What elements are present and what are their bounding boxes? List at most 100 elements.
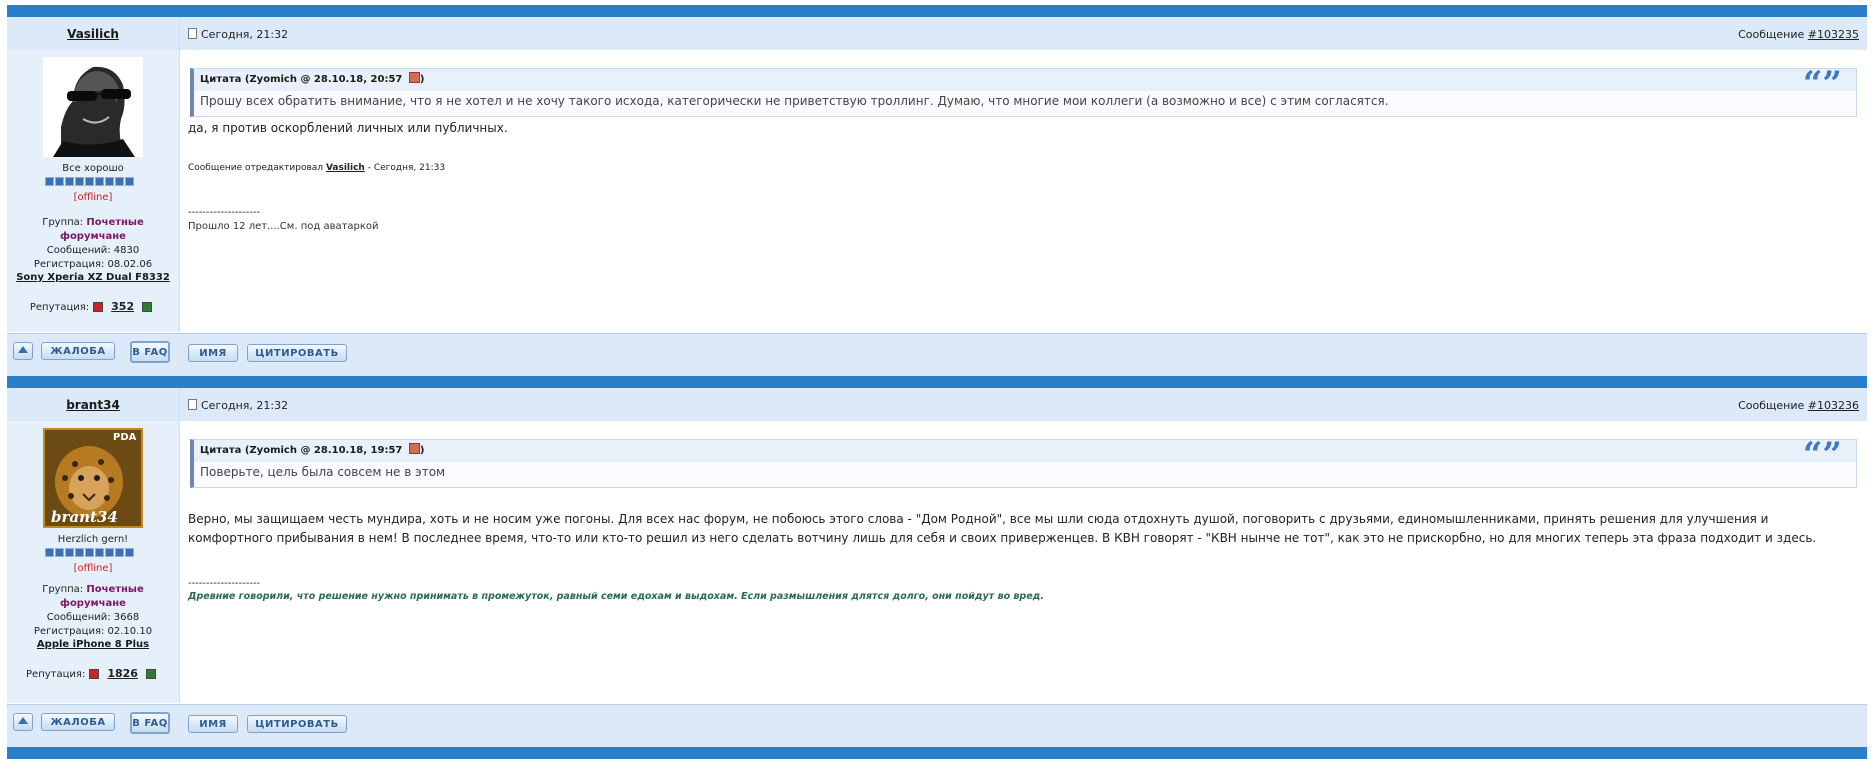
author-panel: Vasilich Все хорошо [offline] Группа: По…: [7, 17, 180, 332]
signature-divider: --------------------: [188, 578, 261, 589]
forum-post: brant34 PDA brant34 Herzlich gern! [offl…: [7, 388, 1867, 748]
reputation-plus-icon[interactable]: [142, 302, 153, 312]
rank-pip: [55, 548, 64, 557]
quote-marks-icon: “”: [1802, 435, 1842, 475]
reputation-plus-icon[interactable]: [145, 669, 156, 679]
post-header: Сегодня, 21:32 Сообщение #103235: [180, 17, 1867, 50]
rank-pip: [125, 177, 134, 186]
quote-button[interactable]: ЦИТИРОВАТЬ: [247, 715, 347, 733]
reputation-value[interactable]: 1826: [107, 667, 138, 680]
signature-text: Древние говорили, что решение нужно прин…: [188, 591, 1044, 602]
user-status-text: Все хорошо: [62, 163, 124, 174]
user-device[interactable]: Sony Xperia XZ Dual F8332: [7, 272, 179, 283]
complain-button[interactable]: ЖАЛОБА: [41, 713, 115, 731]
rank-pip: [55, 177, 64, 186]
rank-pip: [105, 177, 114, 186]
rank-pip: [95, 177, 104, 186]
user-group: Группа: Почетные: [7, 216, 179, 230]
rank-pips: [45, 548, 141, 558]
document-icon: [188, 399, 197, 410]
group-value: Почетные: [86, 217, 144, 228]
reputation-minus-icon[interactable]: [93, 302, 104, 312]
goto-quote-icon[interactable]: [408, 72, 420, 83]
post-number: Сообщение #103236: [1738, 399, 1859, 412]
complain-button[interactable]: ЖАЛОБА: [41, 342, 115, 360]
post-date: Сегодня, 21:32: [188, 399, 288, 412]
rank-pip: [125, 548, 134, 557]
rank-pip: [115, 177, 124, 186]
faq-button[interactable]: В FAQ: [130, 712, 170, 734]
rank-pip: [75, 548, 84, 557]
quote-header: Цитата (Zyomich @ 28.10.18, 19:57 ): [194, 440, 1856, 462]
post-separator: [7, 747, 1867, 759]
arrow-up-icon: [18, 346, 28, 353]
post-separator: [7, 5, 1867, 17]
avatar-badge: PDA: [113, 432, 137, 443]
group-label: Группа:: [42, 584, 84, 595]
user-registration: Регистрация: 08.02.06: [33, 259, 153, 270]
post-body: Верно, мы защищаем честь мундира, хоть и…: [188, 512, 1817, 545]
post-date-text: Сегодня, 21:32: [201, 399, 289, 412]
author-username[interactable]: brant34: [7, 398, 179, 412]
rank-pip: [85, 177, 94, 186]
post-number: Сообщение #103235: [1738, 28, 1859, 41]
rank-pip: [85, 548, 94, 557]
post-actions: ЖАЛОБА В FAQ ИМЯ ЦИТИРОВАТЬ: [7, 333, 1867, 377]
post-content: Сегодня, 21:32 Сообщение #103236 Цитата …: [180, 388, 1867, 703]
user-reputation: Репутация: 352: [7, 300, 179, 313]
quote-header-close: ): [419, 74, 425, 85]
rank-pips: [45, 177, 141, 187]
rank-pip: [95, 548, 104, 557]
forum-post: Vasilich Все хорошо [offline] Группа: По…: [7, 17, 1867, 377]
rank-pip: [75, 177, 84, 186]
avatar[interactable]: [43, 57, 143, 157]
post-number-link[interactable]: #103235: [1808, 28, 1859, 41]
edited-note: Сообщение отредактировал Vasilich - Сего…: [188, 163, 445, 173]
name-button[interactable]: ИМЯ: [188, 715, 238, 733]
document-icon: [188, 28, 197, 39]
author-panel: brant34 PDA brant34 Herzlich gern! [offl…: [7, 388, 180, 703]
reputation-minus-icon[interactable]: [89, 669, 100, 679]
edited-by-link[interactable]: Vasilich: [326, 163, 365, 173]
avatar[interactable]: PDA brant34: [43, 428, 143, 528]
quote-header-text: Цитата (Zyomich @ 28.10.18, 20:57: [200, 74, 403, 85]
quote-text: Поверьте, цель была совсем не в этом: [200, 465, 446, 479]
post-number-link[interactable]: #103236: [1808, 399, 1859, 412]
group-label: Группа:: [42, 217, 84, 228]
faq-button[interactable]: В FAQ: [130, 341, 170, 363]
user-device[interactable]: Apple iPhone 8 Plus: [7, 639, 179, 650]
post-number-label: Сообщение: [1738, 399, 1805, 412]
online-status: [offline]: [73, 563, 113, 574]
rank-pip: [45, 177, 54, 186]
reputation-label: Репутация:: [26, 669, 86, 680]
quote-marks-icon: “”: [1802, 64, 1842, 104]
post-header: Сегодня, 21:32 Сообщение #103236: [180, 388, 1867, 421]
quote-block: Цитата (Zyomich @ 28.10.18, 20:57 ) “” П…: [190, 64, 1857, 117]
scroll-top-button[interactable]: [13, 713, 33, 731]
user-group: Группа: Почетные: [7, 583, 179, 597]
group-value: Почетные: [86, 584, 144, 595]
post-actions: ЖАЛОБА В FAQ ИМЯ ЦИТИРОВАТЬ: [7, 704, 1867, 748]
name-button[interactable]: ИМЯ: [188, 344, 238, 362]
user-reputation: Репутация: 1826: [7, 667, 179, 680]
quote-header: Цитата (Zyomich @ 28.10.18, 20:57 ): [194, 69, 1856, 91]
rank-pip: [65, 177, 74, 186]
arrow-up-icon: [18, 717, 28, 724]
post-date: Сегодня, 21:32: [188, 28, 288, 41]
signature: Прошло 12 лет....См. под аватаркой: [188, 221, 379, 232]
avatar-label: brant34: [51, 508, 118, 526]
group-value-cont: форумчане: [60, 598, 126, 609]
user-group-cont: форумчане: [7, 230, 179, 244]
author-username[interactable]: Vasilich: [7, 27, 179, 41]
signature: Древние говорили, что решение нужно прин…: [188, 591, 1044, 602]
reputation-value[interactable]: 352: [111, 300, 134, 313]
quote-button[interactable]: ЦИТИРОВАТЬ: [247, 344, 347, 362]
post-number-label: Сообщение: [1738, 28, 1805, 41]
user-message-count: Сообщений: 4830: [46, 245, 140, 256]
post-separator: [7, 376, 1867, 388]
user-message-count: Сообщений: 3668: [46, 612, 140, 623]
rank-pip: [115, 548, 124, 557]
quote-header-close: ): [419, 445, 425, 456]
scroll-top-button[interactable]: [13, 342, 33, 360]
goto-quote-icon[interactable]: [408, 443, 420, 454]
